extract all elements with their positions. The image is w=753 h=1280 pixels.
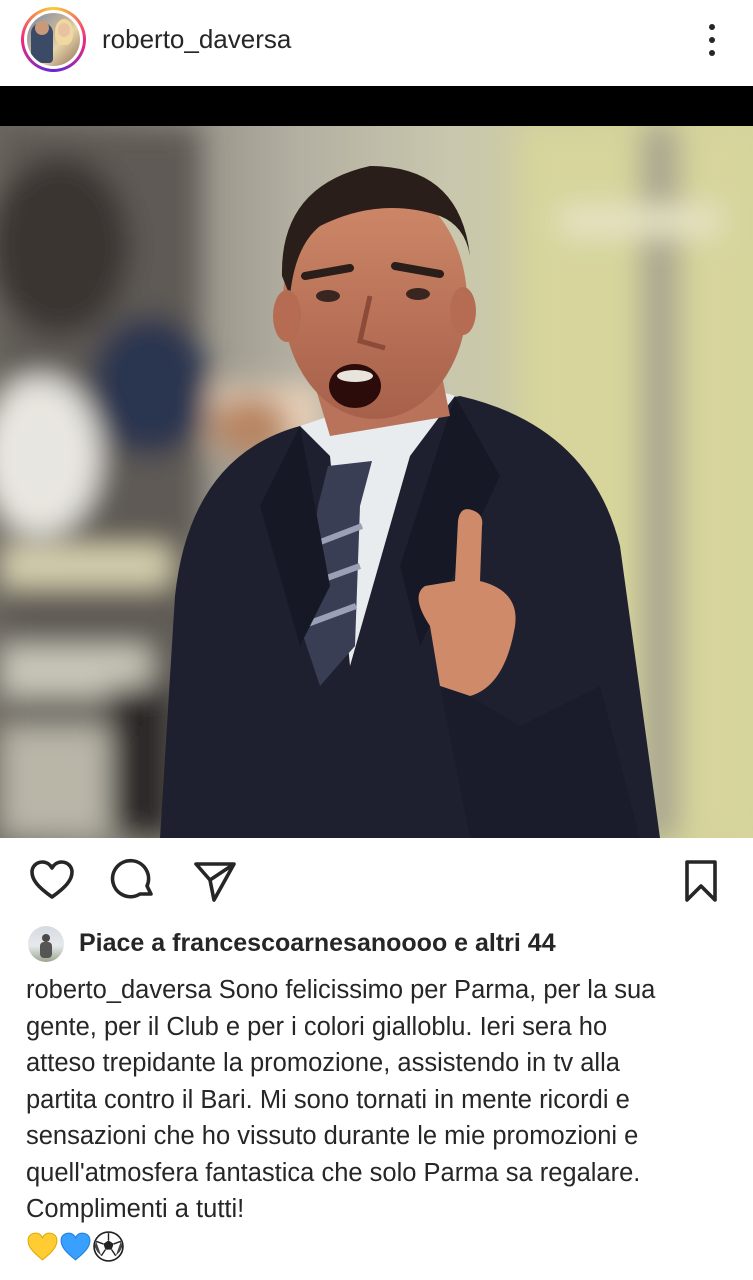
avatar-image (27, 13, 80, 66)
comment-icon[interactable] (110, 856, 158, 904)
caption-line: quell'atmosfera fantastica che solo Parm… (26, 1158, 641, 1187)
liker-avatar (28, 926, 64, 962)
blue-heart-icon (60, 1232, 91, 1261)
bookmark-icon[interactable] (677, 856, 725, 904)
post-actions-bar (0, 848, 753, 918)
post-header: roberto_daversa (0, 0, 753, 86)
caption-line: Sono felicissimo per Parma, per la sua (218, 976, 656, 1004)
post-image[interactable] (0, 126, 753, 838)
caption-line: Complimenti a tutti! (26, 1195, 245, 1223)
send-icon[interactable] (190, 856, 238, 904)
profile-avatar[interactable] (21, 7, 86, 72)
yellow-heart-icon (27, 1232, 58, 1261)
image-letterbox-bar (0, 86, 753, 126)
caption-username[interactable]: roberto_daversa (26, 976, 212, 1004)
caption-line: atteso trepidante la promozione, assiste… (26, 1049, 620, 1077)
caption-line: sensazioni che ho vissuto durante le mie… (26, 1122, 639, 1150)
caption-line: partita contro il Bari. Mi sono tornati … (26, 1085, 630, 1114)
soccer-ball-icon (93, 1231, 124, 1262)
post-photo-illustration (0, 126, 753, 838)
heart-icon[interactable] (28, 856, 76, 904)
post-username[interactable]: roberto_daversa (102, 24, 291, 55)
post-caption: roberto_daversa Sono felicissimo per Par… (26, 972, 731, 1228)
likes-summary[interactable]: Piace a francescoarnesanoooo e altri 44 (28, 926, 728, 964)
more-vertical-icon[interactable] (700, 20, 724, 60)
caption-emojis (26, 1230, 146, 1266)
likes-text[interactable]: Piace a francescoarnesanoooo e altri 44 (79, 929, 556, 958)
caption-line: gente, per il Club e per i colori giallo… (26, 1012, 608, 1041)
